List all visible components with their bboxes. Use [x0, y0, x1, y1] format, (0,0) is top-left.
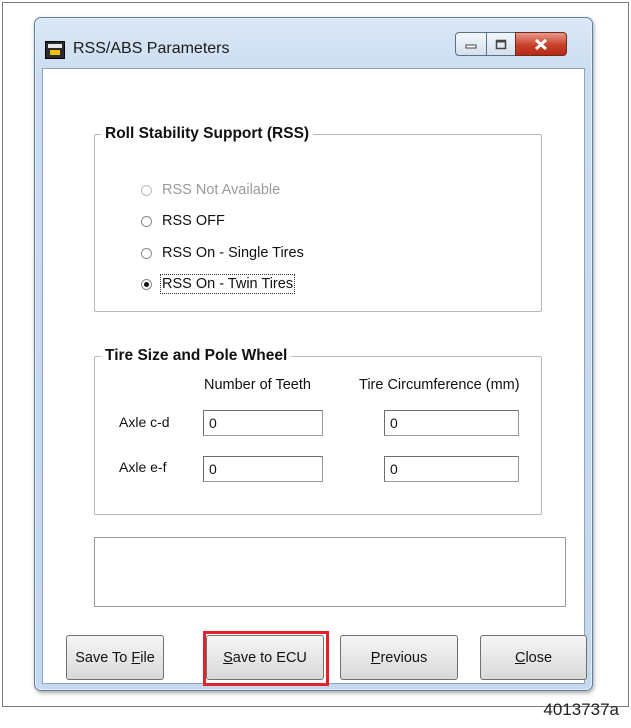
- radio-rss-not-available[interactable]: RSS Not Available: [141, 182, 280, 198]
- accelerator-key: P: [370, 649, 381, 666]
- radio-label: RSS On - Single Tires: [162, 245, 304, 261]
- minimize-button[interactable]: [455, 32, 487, 56]
- close-button[interactable]: Close: [480, 635, 587, 680]
- radio-rss-off[interactable]: RSS OFF: [141, 213, 225, 229]
- radio-button-circle: [141, 184, 152, 196]
- tire-group-legend: Tire Size and Pole Wheel: [105, 347, 288, 364]
- figure-id: 4013737a: [543, 700, 619, 719]
- previous-button[interactable]: Previous: [340, 635, 458, 680]
- maximize-button[interactable]: [486, 32, 516, 56]
- radio-button-circle: [141, 215, 152, 227]
- accelerator-key: F: [131, 649, 141, 666]
- radio-label: RSS OFF: [162, 213, 225, 229]
- button-label-rest: revious: [380, 649, 428, 666]
- axle-ef-label: Axle e-f: [119, 459, 167, 475]
- highlight-box: [203, 631, 329, 686]
- radio-rss-twin-tires[interactable]: RSS On - Twin Tires: [141, 274, 296, 294]
- radio-button-circle: [141, 247, 152, 259]
- close-window-button[interactable]: [515, 32, 567, 56]
- radio-label: RSS On - Twin Tires: [159, 274, 296, 294]
- maximize-icon: [495, 39, 507, 49]
- close-icon: [534, 38, 548, 50]
- button-label-prefix: Save To: [75, 649, 132, 666]
- minimize-icon: [465, 44, 477, 49]
- radio-label: RSS Not Available: [162, 182, 281, 198]
- rss-app-icon: [45, 41, 65, 59]
- window-title: RSS/ABS Parameters: [73, 40, 230, 57]
- axle-cd-label: Axle c-d: [119, 414, 170, 430]
- tire-group: Tire Size and Pole Wheel Number of Teeth…: [94, 347, 542, 515]
- circumference-column-header: Tire Circumference (mm): [359, 377, 520, 393]
- teeth-column-header: Number of Teeth: [204, 377, 311, 393]
- dialog-client-area: Roll Stability Support (RSS) RSS Not Ava…: [42, 68, 587, 686]
- axle-cd-teeth-input[interactable]: [203, 410, 323, 436]
- axle-ef-teeth-input[interactable]: [203, 456, 323, 482]
- radio-rss-single-tires[interactable]: RSS On - Single Tires: [141, 245, 304, 261]
- button-label-rest: lose: [525, 649, 553, 666]
- rss-group: Roll Stability Support (RSS) RSS Not Ava…: [94, 125, 542, 312]
- axle-cd-circumference-input[interactable]: [384, 410, 519, 436]
- save-to-file-button[interactable]: Save To File: [66, 635, 164, 680]
- axle-ef-circumference-input[interactable]: [384, 456, 519, 482]
- title-bar: RSS/ABS Parameters: [35, 18, 592, 68]
- status-message-box: [94, 537, 566, 607]
- dialog-window: RSS/ABS Parameters Roll Stability Suppor…: [34, 17, 593, 691]
- radio-button-circle-checked: [141, 278, 152, 290]
- button-label-rest: ile: [140, 649, 155, 666]
- accelerator-key: C: [514, 649, 526, 666]
- rss-group-legend: Roll Stability Support (RSS): [105, 125, 310, 142]
